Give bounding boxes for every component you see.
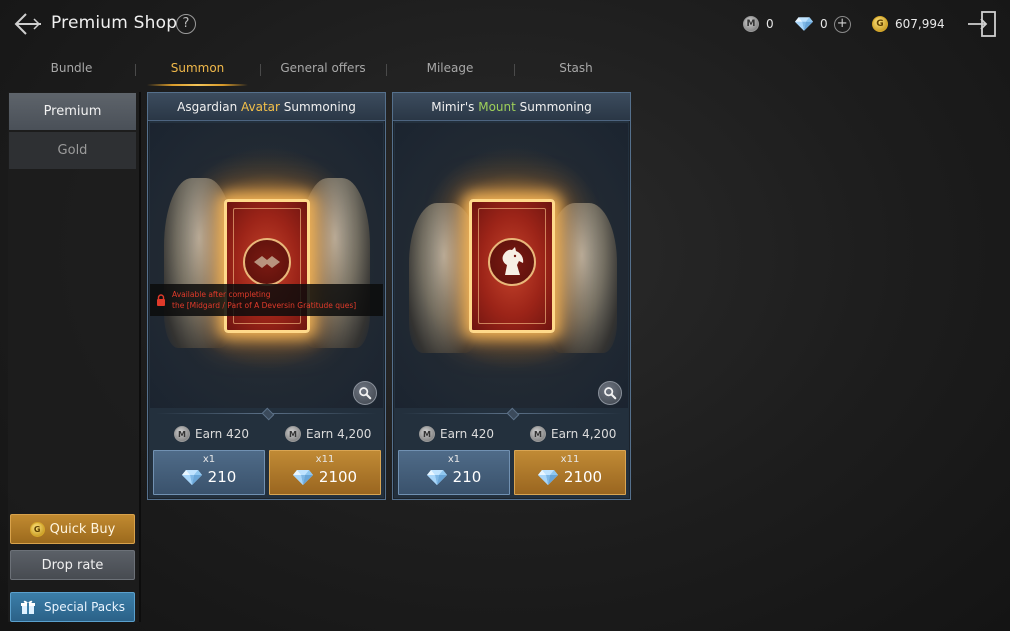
header: Premium Shop ? M 0 0 + G 607,994: [0, 0, 1010, 50]
card-title-highlight: Mount: [478, 100, 516, 114]
diamond-icon: [182, 470, 202, 485]
diamond-icon: [293, 470, 313, 485]
buy-price: 2100: [270, 468, 380, 486]
tab-bundle[interactable]: Bundle: [8, 56, 135, 86]
buy-x11-button[interactable]: x11 2100: [514, 450, 626, 495]
earn-label: Earn 420: [440, 427, 494, 441]
tab-stash[interactable]: Stash: [514, 56, 638, 86]
avatar-summon-artwork[interactable]: Available after completing the [Midgard …: [150, 123, 383, 408]
gift-icon: [21, 600, 36, 614]
magnifier-icon: [358, 386, 372, 400]
price-value: 210: [452, 468, 482, 486]
avatar-emblem-icon: [243, 238, 291, 286]
back-arrow-icon[interactable]: [12, 8, 44, 40]
diamond-icon: [427, 470, 447, 485]
earn-mileage-x1: M Earn 420: [419, 425, 494, 443]
mileage-value: 0: [766, 17, 774, 31]
buy-price: 210: [399, 468, 509, 486]
buy-x11-button[interactable]: x11 2100: [269, 450, 381, 495]
locked-notice-text: Available after completing the [Midgard …: [172, 289, 356, 311]
locked-notice-line1: Available after completing: [172, 290, 271, 299]
buy-price: 210: [154, 468, 264, 486]
mileage-coin-icon: M: [530, 426, 546, 442]
drop-rate-label: Drop rate: [41, 557, 104, 573]
special-packs-button[interactable]: Special Packs: [10, 592, 135, 622]
card-title-suffix: Summoning: [279, 100, 356, 114]
buy-quantity: x11: [560, 454, 580, 465]
tab-general-offers[interactable]: General offers: [260, 56, 386, 86]
earn-mileage-x1: M Earn 420: [174, 425, 249, 443]
locked-notice-line2: the [Midgard / Part of A Deversin Gratit…: [172, 301, 357, 310]
gold-value: 607,994: [895, 17, 945, 31]
card-title-highlight: Avatar: [241, 100, 280, 114]
buy-x1-button[interactable]: x1 210: [153, 450, 265, 495]
tab-mileage[interactable]: Mileage: [386, 56, 514, 86]
card-title: Mimir's Mount Summoning: [393, 93, 630, 121]
earn-label: Earn 4,200: [551, 427, 617, 441]
price-value: 2100: [563, 468, 603, 486]
special-packs-label: Special Packs: [44, 600, 125, 614]
diamond-value: 0: [820, 17, 828, 31]
magnifier-icon: [603, 386, 617, 400]
summon-card-image: [469, 199, 555, 333]
gold-coin-icon: G: [872, 16, 888, 32]
zoom-button[interactable]: [353, 381, 377, 405]
exit-icon[interactable]: [966, 9, 998, 39]
diamond-icon: [795, 17, 813, 31]
sidebar-item-gold[interactable]: Gold: [9, 132, 136, 169]
buy-price: 2100: [515, 468, 625, 486]
buy-quantity: x1: [447, 454, 461, 465]
buy-x1-button[interactable]: x1 210: [398, 450, 510, 495]
earn-label: Earn 420: [195, 427, 249, 441]
price-value: 2100: [318, 468, 358, 486]
sidebar-item-premium[interactable]: Premium: [9, 93, 136, 130]
earn-label: Earn 4,200: [306, 427, 372, 441]
page-title: Premium Shop: [51, 13, 178, 33]
card-title: Asgardian Avatar Summoning: [148, 93, 385, 121]
price-value: 210: [207, 468, 237, 486]
gold-currency: G 607,994: [872, 14, 945, 34]
buy-quantity: x11: [315, 454, 335, 465]
mileage-coin-icon: M: [743, 16, 759, 32]
zoom-button[interactable]: [598, 381, 622, 405]
locked-notice: Available after completing the [Midgard …: [150, 284, 383, 316]
sidebar-divider: [139, 92, 141, 622]
card-divider: [401, 413, 622, 414]
add-diamond-button[interactable]: +: [833, 15, 851, 33]
mount-summon-card: Mimir's Mount Summoning M Earn 420 M Ear…: [392, 92, 631, 500]
quick-buy-button[interactable]: G Quick Buy: [10, 514, 135, 544]
horse-head-icon: [488, 238, 536, 286]
card-divider: [156, 413, 377, 414]
diamond-currency: 0 +: [795, 14, 851, 34]
avatar-figure-right: [300, 178, 370, 348]
drop-rate-button[interactable]: Drop rate: [10, 550, 135, 580]
diamond-icon: [538, 470, 558, 485]
quick-buy-label: Quick Buy: [49, 521, 116, 537]
help-icon[interactable]: ?: [176, 14, 196, 34]
card-title-prefix: Asgardian: [177, 100, 241, 114]
card-title-prefix: Mimir's: [431, 100, 479, 114]
mount-figure-right: [547, 203, 617, 353]
avatar-summon-card: Asgardian Avatar Summoning Available aft…: [147, 92, 386, 500]
tab-summon[interactable]: Summon: [135, 56, 260, 86]
earn-mileage-x11: M Earn 4,200: [530, 425, 616, 443]
card-title-suffix: Summoning: [515, 100, 592, 114]
earn-mileage-x11: M Earn 4,200: [285, 425, 371, 443]
mileage-currency: M 0: [743, 14, 774, 34]
mileage-coin-icon: M: [174, 426, 190, 442]
mileage-coin-icon: M: [419, 426, 435, 442]
buy-quantity: x1: [202, 454, 216, 465]
mileage-coin-icon: M: [285, 426, 301, 442]
lock-icon: [157, 294, 165, 306]
mount-summon-artwork[interactable]: [395, 123, 628, 408]
category-tabs: Bundle Summon General offers Mileage Sta…: [8, 56, 638, 88]
gold-coin-icon: G: [29, 521, 45, 537]
